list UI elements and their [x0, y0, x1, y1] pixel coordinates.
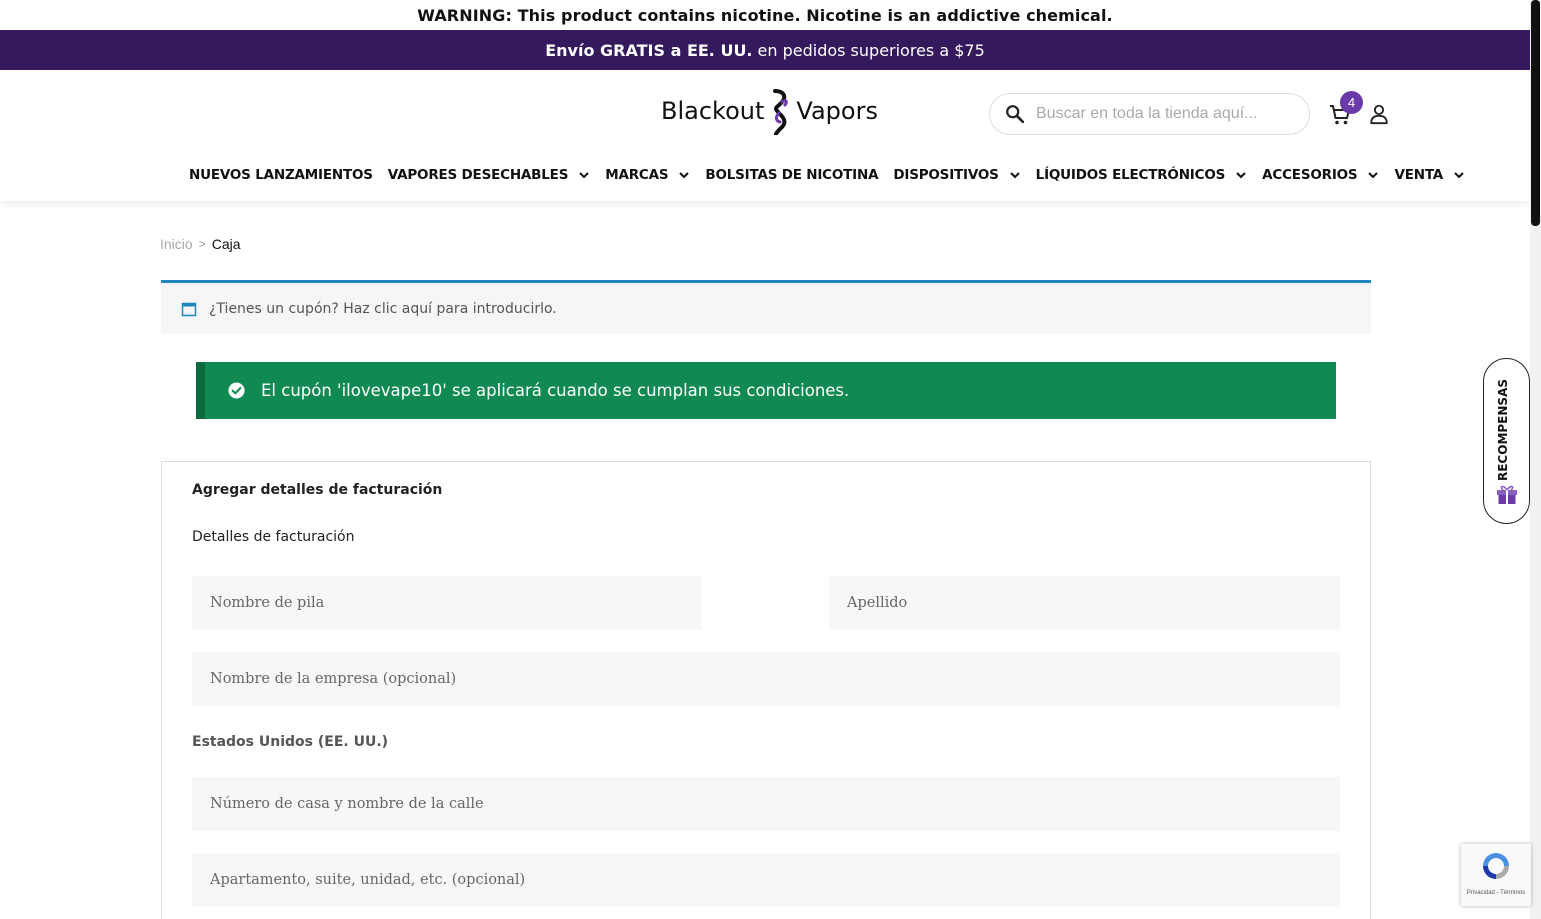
chevron-down-icon [1236, 172, 1246, 179]
chevron-down-icon [1368, 172, 1379, 179]
street-address-field[interactable]: Número de casa y nombre de la calle [192, 777, 1340, 831]
nav-item-label: DISPOSITIVOS [893, 167, 999, 183]
billing-section: Agregar detalles de facturación Detalles… [161, 461, 1371, 919]
breadcrumb-home-link[interactable]: Inicio [160, 236, 193, 252]
country-value[interactable]: Estados Unidos (EE. UU.) [192, 734, 388, 750]
search-box[interactable] [989, 93, 1310, 135]
search-input[interactable] [1036, 105, 1286, 123]
chevron-down-icon [1454, 172, 1464, 179]
last-name-field[interactable]: Apellido [829, 576, 1340, 630]
billing-title: Agregar detalles de facturación [192, 482, 443, 498]
main-nav: NUEVOS LANZAMIENTOS VAPORES DESECHABLES … [189, 163, 1480, 187]
nav-item-bolsitas-de-nicotina[interactable]: BOLSITAS DE NICOTINA [705, 167, 878, 183]
nav-item-label: VENTA [1394, 167, 1444, 183]
logo-text-left: Blackout [661, 97, 765, 125]
rewards-button[interactable]: RECOMPENSAS [1483, 358, 1530, 524]
nav-item-nuevos-lanzamientos[interactable]: NUEVOS LANZAMIENTOS [189, 167, 373, 183]
promo-banner: Envío GRATIS a EE. UU. en pedidos superi… [0, 30, 1530, 70]
company-placeholder: Nombre de la empresa (opcional) [210, 671, 457, 687]
search-icon[interactable] [1004, 103, 1026, 125]
nav-item-marcas[interactable]: MARCAS [605, 167, 690, 183]
nav-item-dispositivos[interactable]: DISPOSITIVOS [893, 167, 1020, 183]
nav-item-label: VAPORES DESECHABLES [387, 167, 569, 183]
nav-item-label: NUEVOS LANZAMIENTOS [189, 167, 373, 183]
calendar-icon [181, 302, 197, 316]
nav-item-label: BOLSITAS DE NICOTINA [705, 167, 879, 183]
billing-subtitle: Detalles de facturación [192, 529, 355, 545]
first-name-field[interactable]: Nombre de pila [192, 576, 702, 630]
logo-mark-icon [773, 89, 789, 135]
chevron-down-icon [679, 172, 690, 179]
coupon-prompt-link[interactable]: ¿Tienes un cupón? Haz clic aquí para int… [209, 301, 557, 317]
site-header: Blackout Vapors 4 NUEVOS LANZAMIENTOS VA… [0, 70, 1530, 201]
nav-item-label: ACCESORIOS [1262, 167, 1358, 183]
nav-item-accesorios[interactable]: ACCESORIOS [1262, 167, 1379, 183]
nav-item-label: MARCAS [605, 167, 669, 183]
coupon-notice[interactable]: ¿Tienes un cupón? Haz clic aquí para int… [161, 280, 1371, 334]
nav-item-venta[interactable]: VENTA [1394, 167, 1465, 183]
logo-text-right: Vapors [796, 97, 878, 125]
nav-item-label: LÍQUIDOS ELECTRÓNICOS [1035, 167, 1226, 183]
promo-bold-text: Envío GRATIS a EE. UU. [545, 40, 753, 60]
breadcrumb: Inicio > Caja [160, 236, 241, 252]
scrollbar-thumb[interactable] [1531, 0, 1540, 226]
recaptcha-terms[interactable]: Privacidad - Términos [1461, 890, 1531, 896]
chevron-down-icon [1009, 172, 1020, 179]
first-name-placeholder: Nombre de pila [210, 595, 325, 611]
recaptcha-badge[interactable]: Privacidad - Términos [1461, 844, 1531, 906]
check-circle-icon [228, 382, 245, 399]
nicotine-warning: WARNING: This product contains nicotine.… [0, 0, 1530, 30]
coupon-success-message: El cupón 'ilovevape10' se aplicará cuand… [196, 362, 1336, 419]
promo-text: en pedidos superiores a $75 [757, 40, 985, 60]
nav-item-liquidos-electronicos[interactable]: LÍQUIDOS ELECTRÓNICOS [1036, 167, 1247, 183]
apartment-placeholder: Apartamento, suite, unidad, etc. (opcion… [210, 872, 526, 888]
apartment-field[interactable]: Apartamento, suite, unidad, etc. (opcion… [192, 853, 1340, 907]
last-name-placeholder: Apellido [847, 595, 908, 611]
site-logo[interactable]: Blackout Vapors [661, 87, 878, 135]
rewards-label: RECOMPENSAS [1496, 379, 1510, 481]
street-placeholder: Número de casa y nombre de la calle [210, 796, 484, 812]
account-icon[interactable] [1368, 103, 1390, 125]
chevron-down-icon [579, 172, 589, 179]
nav-item-vapores-desechables[interactable]: VAPORES DESECHABLES [388, 167, 590, 183]
breadcrumb-current: Caja [211, 236, 241, 252]
gift-icon [1497, 485, 1517, 504]
cart-count-badge: 4 [1340, 91, 1363, 114]
success-message-text: El cupón 'ilovevape10' se aplicará cuand… [261, 381, 850, 400]
company-field[interactable]: Nombre de la empresa (opcional) [192, 652, 1340, 706]
recaptcha-icon [1483, 853, 1509, 879]
breadcrumb-separator: > [198, 237, 206, 251]
